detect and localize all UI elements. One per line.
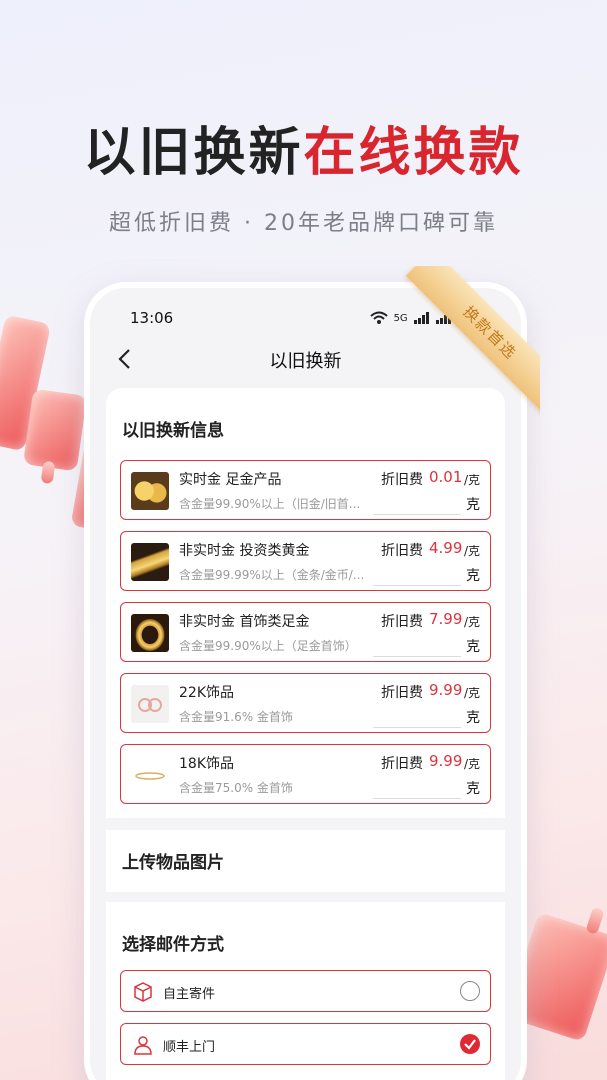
item-thumb-gold-bar [131,543,169,581]
item-desc: 含金量99.90%以上（足金首饰） [179,639,357,653]
item-name: 非实时金 投资类黄金 [179,543,310,559]
fee-label: 折旧费 [381,685,423,701]
section-title-mail: 选择邮件方式 [122,935,224,955]
shipping-method-card: 选择邮件方式 自主寄件 顺丰上门 [106,902,505,1080]
trade-in-info-card: 以旧换新信息 实时金 足金产品 含金量99.90%以上（旧金/旧首... 折旧费… [106,388,505,818]
trade-in-item-4[interactable]: 22K饰品 含金量91.6% 金首饰 折旧费 9.99 /克 克 [120,673,491,733]
shipping-option-self[interactable]: 自主寄件 [120,970,491,1012]
item-name: 非实时金 首饰类足金 [179,614,310,630]
headline-part2: 在线换款 [303,123,524,183]
fee-unit: /克 [464,544,481,558]
radio-unchecked[interactable] [460,981,480,1001]
headline: 以旧换新在线换款 [0,110,607,185]
decor-crystal-left-2 [22,388,88,485]
item-thumb-gold-bracelet [131,614,169,652]
weight-input-line[interactable] [373,798,461,799]
subline: 超低折旧费 · 20年老品牌口碑可靠 [109,211,498,236]
fee-unit: /克 [464,686,481,700]
weight-unit: 克 [466,781,480,797]
weight-unit: 克 [466,568,480,584]
weight-unit: 克 [466,639,480,655]
trade-in-item-3[interactable]: 非实时金 首饰类足金 含金量99.90%以上（足金首饰） 折旧费 7.99 /克… [120,602,491,662]
upload-photos-card[interactable]: 上传物品图片 [106,830,505,892]
item-name: 18K饰品 [179,756,234,772]
ribbon-badge: 换款首选 [370,266,540,436]
item-thumb-gold-beans [131,472,169,510]
shipping-option-label: 顺丰上门 [163,1040,216,1055]
courier-icon [134,1036,152,1055]
fee-unit: /克 [464,473,481,487]
item-name: 实时金 足金产品 [179,472,282,488]
section-title-upload: 上传物品图片 [122,853,224,873]
fee-unit: /克 [464,757,481,771]
item-desc: 含金量75.0% 金首饰 [179,781,293,795]
section-title-info: 以旧换新信息 [122,421,224,441]
fee-value: 4.99 [429,539,463,557]
item-name: 22K饰品 [179,685,234,701]
trade-in-item-2[interactable]: 非实时金 投资类黄金 含金量99.99%以上（金条/金币/... 折旧费 4.9… [120,531,491,591]
weight-unit: 克 [466,497,480,513]
trade-in-item-1[interactable]: 实时金 足金产品 含金量99.90%以上（旧金/旧首... 折旧费 0.01 /… [120,460,491,520]
weight-unit: 克 [466,710,480,726]
package-icon [134,982,152,1002]
radio-checked[interactable] [460,1034,480,1054]
headline-part1: 以旧换新 [83,123,304,183]
fee-label: 折旧费 [381,756,423,772]
weight-input-line[interactable] [373,514,461,515]
item-thumb-chain [131,756,169,794]
fee-value: 9.99 [429,752,463,770]
fee-value: 0.01 [429,468,463,486]
fee-label: 折旧费 [381,614,423,630]
shipping-option-pickup[interactable]: 顺丰上门 [120,1023,491,1065]
trade-in-item-5[interactable]: 18K饰品 含金量75.0% 金首饰 折旧费 9.99 /克 克 [120,744,491,804]
checkmark-icon [464,1039,476,1050]
item-desc: 含金量99.90%以上（旧金/旧首... [179,497,361,511]
status-time: 13:06 [130,309,174,327]
fee-label: 折旧费 [381,543,423,559]
page-title: 以旧换新 [269,351,342,372]
fee-label: 折旧费 [381,472,423,488]
item-thumb-earrings [131,685,169,723]
weight-input-line[interactable] [373,656,461,657]
fee-value: 9.99 [429,681,463,699]
fee-unit: /克 [464,615,481,629]
weight-input-line[interactable] [373,727,461,728]
item-desc: 含金量99.99%以上（金条/金币/... [179,568,365,582]
back-arrow-icon[interactable] [112,346,138,372]
ribbon-label: 换款首选 [405,266,540,418]
fee-value: 7.99 [429,610,463,628]
item-desc: 含金量91.6% 金首饰 [179,710,293,724]
weight-input-line[interactable] [373,585,461,586]
shipping-option-label: 自主寄件 [163,987,216,1002]
